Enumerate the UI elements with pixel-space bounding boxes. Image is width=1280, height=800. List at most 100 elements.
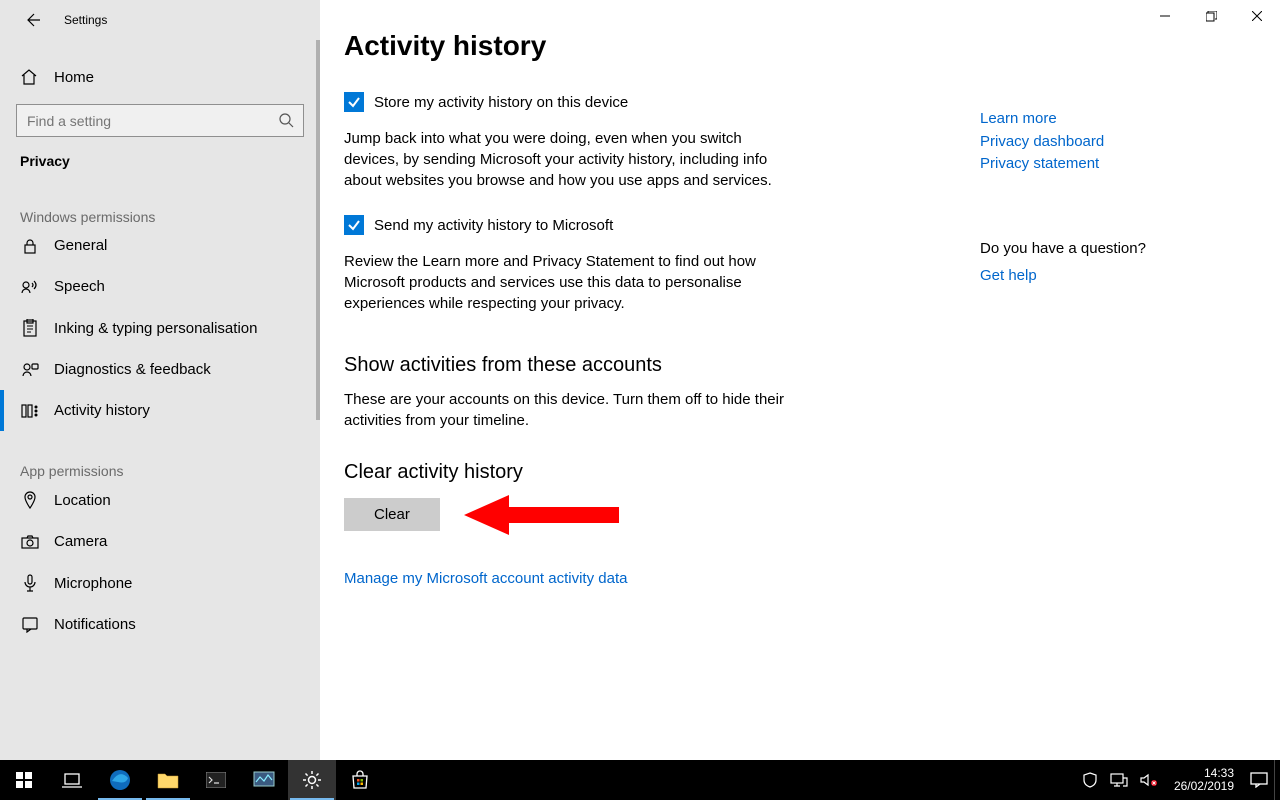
clipboard-icon	[20, 319, 40, 337]
home-icon	[20, 68, 38, 86]
activity-icon	[20, 403, 40, 419]
sidebar-item-label: Speech	[54, 278, 105, 295]
taskbar-app-monitor[interactable]	[240, 760, 288, 800]
gear-icon	[302, 770, 322, 790]
sidebar: Settings Home Privacy Windows permission…	[0, 0, 320, 760]
monitor-icon	[253, 771, 275, 789]
description-1: Jump back into what you were doing, even…	[344, 128, 784, 191]
right-pane: Learn more Privacy dashboard Privacy sta…	[980, 0, 1260, 760]
maximize-icon	[1206, 11, 1217, 22]
description-2: Review the Learn more and Privacy Statem…	[344, 251, 784, 314]
sidebar-item-activity-history[interactable]: Activity history	[0, 390, 320, 431]
tray-network-icon[interactable]	[1104, 760, 1134, 800]
sidebar-item-label: Microphone	[54, 575, 132, 592]
learn-more-link[interactable]: Learn more	[980, 108, 1240, 131]
sidebar-item-inking[interactable]: Inking & typing personalisation	[0, 307, 320, 349]
page-title: Activity history	[344, 30, 956, 62]
sidebar-scrollbar[interactable]	[316, 40, 320, 420]
home-label: Home	[54, 69, 94, 86]
minimize-icon	[1160, 11, 1170, 21]
sidebar-item-label: Diagnostics & feedback	[54, 361, 211, 378]
camera-icon	[20, 535, 40, 549]
manage-account-data-link[interactable]: Manage my Microsoft account activity dat…	[344, 568, 956, 591]
back-button[interactable]	[20, 8, 44, 32]
titlebar-left: Settings	[0, 0, 320, 40]
sidebar-item-diagnostics[interactable]: Diagnostics & feedback	[0, 349, 320, 390]
store-icon	[350, 770, 370, 790]
taskbar-date: 26/02/2019	[1174, 780, 1234, 793]
taskbar-clock[interactable]: 14:33 26/02/2019	[1164, 767, 1244, 793]
terminal-icon	[206, 772, 226, 788]
location-icon	[20, 491, 40, 509]
sidebar-item-microphone[interactable]: Microphone	[0, 562, 320, 604]
taskbar-app-terminal[interactable]	[192, 760, 240, 800]
window-controls	[1142, 0, 1280, 32]
clear-button[interactable]: Clear	[344, 498, 440, 531]
taskbar-app-explorer[interactable]	[144, 760, 192, 800]
checkbox-checked-icon	[344, 92, 364, 112]
search-input[interactable]	[16, 104, 304, 137]
question-header: Do you have a question?	[980, 240, 1240, 257]
start-button[interactable]	[0, 760, 48, 800]
taskbar-app-store[interactable]	[336, 760, 384, 800]
arrow-left-icon	[24, 12, 40, 28]
sidebar-item-label: Notifications	[54, 616, 136, 633]
close-icon	[1252, 11, 1262, 21]
sidebar-item-camera[interactable]: Camera	[0, 521, 320, 562]
sidebar-item-label: Location	[54, 492, 111, 509]
main-area: Activity history Store my activity histo…	[320, 0, 1280, 760]
accounts-description: These are your accounts on this device. …	[344, 389, 784, 431]
home-nav[interactable]: Home	[0, 56, 320, 98]
get-help-link[interactable]: Get help	[980, 265, 1240, 288]
task-view-icon	[62, 772, 82, 788]
lock-icon	[20, 238, 40, 254]
privacy-dashboard-link[interactable]: Privacy dashboard	[980, 131, 1240, 154]
action-center-icon	[1250, 772, 1268, 788]
taskbar: 14:33 26/02/2019	[0, 760, 1280, 800]
section-header-windows-permissions: Windows permissions	[0, 177, 320, 225]
sidebar-item-label: Inking & typing personalisation	[54, 320, 257, 337]
task-view-button[interactable]	[48, 760, 96, 800]
checkbox-checked-icon	[344, 215, 364, 235]
feedback-icon	[20, 362, 40, 378]
minimize-button[interactable]	[1142, 0, 1188, 32]
windows-logo-icon	[16, 772, 32, 788]
sidebar-item-general[interactable]: General	[0, 225, 320, 266]
privacy-statement-link[interactable]: Privacy statement	[980, 153, 1240, 176]
tray-volume-icon[interactable]	[1134, 760, 1164, 800]
speaker-muted-icon	[1140, 773, 1158, 787]
taskbar-app-edge[interactable]	[96, 760, 144, 800]
close-button[interactable]	[1234, 0, 1280, 32]
content: Activity history Store my activity histo…	[320, 0, 980, 760]
current-category: Privacy	[0, 137, 320, 177]
settings-window: Settings Home Privacy Windows permission…	[0, 0, 1280, 760]
microphone-icon	[20, 574, 40, 592]
sidebar-item-speech[interactable]: Speech	[0, 266, 320, 307]
action-center-button[interactable]	[1244, 760, 1274, 800]
app-name: Settings	[64, 13, 107, 27]
clear-history-header: Clear activity history	[344, 461, 956, 484]
checkbox-send-activity[interactable]: Send my activity history to Microsoft	[344, 215, 956, 235]
taskbar-app-settings[interactable]	[288, 760, 336, 800]
sidebar-item-label: Activity history	[54, 402, 150, 419]
accounts-header: Show activities from these accounts	[344, 354, 956, 377]
edge-icon	[109, 769, 131, 791]
shield-icon	[1082, 772, 1098, 788]
checkbox-store-activity[interactable]: Store my activity history on this device	[344, 92, 956, 112]
sidebar-item-notifications[interactable]: Notifications	[0, 604, 320, 645]
section-header-app-permissions: App permissions	[0, 431, 320, 479]
show-desktop-button[interactable]	[1274, 760, 1280, 800]
sidebar-item-label: General	[54, 237, 107, 254]
bell-icon	[20, 617, 40, 633]
taskbar-tray: 14:33 26/02/2019	[1076, 760, 1280, 800]
maximize-button[interactable]	[1188, 0, 1234, 32]
folder-icon	[157, 771, 179, 789]
checkbox-label: Store my activity history on this device	[374, 94, 628, 111]
checkbox-label: Send my activity history to Microsoft	[374, 217, 613, 234]
tray-security-icon[interactable]	[1076, 760, 1104, 800]
speech-icon	[20, 279, 40, 295]
sidebar-item-location[interactable]: Location	[0, 479, 320, 521]
sidebar-item-label: Camera	[54, 533, 107, 550]
annotation-arrow-icon	[464, 490, 624, 540]
network-icon	[1110, 773, 1128, 787]
